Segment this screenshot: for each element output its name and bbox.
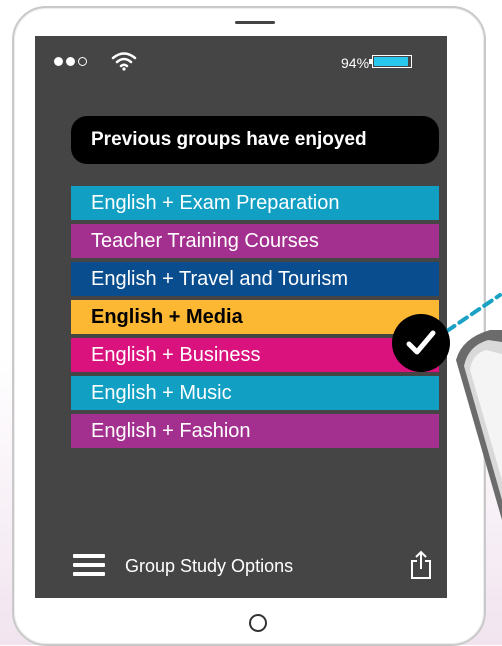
- footer-bar: Group Study Options: [35, 546, 447, 586]
- option-label: English + Fashion: [91, 419, 251, 442]
- checkmark-icon: [406, 330, 436, 355]
- share-icon[interactable]: [409, 550, 433, 580]
- phone-device-edge: [456, 330, 502, 520]
- option-item[interactable]: Teacher Training Courses: [71, 224, 439, 258]
- wifi-icon: [111, 52, 137, 71]
- option-label: Teacher Training Courses: [91, 229, 319, 252]
- tablet-screen: 94% Previous groups have enjoyed English…: [35, 36, 447, 598]
- option-label: English + Travel and Tourism: [91, 267, 348, 290]
- battery-fill: [374, 57, 408, 66]
- connector-dashed-line: [445, 293, 502, 333]
- option-item[interactable]: English + Media: [71, 300, 439, 334]
- selected-check-badge: [392, 314, 450, 372]
- battery-nub: [369, 59, 372, 64]
- option-label: English + Media: [91, 305, 243, 328]
- signal-dot: [66, 57, 75, 66]
- header-title: Previous groups have enjoyed: [91, 129, 367, 150]
- battery-percentage: 94%: [341, 55, 370, 71]
- signal-dot: [54, 57, 63, 66]
- footer-label[interactable]: Group Study Options: [125, 556, 293, 577]
- option-label: English + Exam Preparation: [91, 191, 340, 214]
- header-banner: Previous groups have enjoyed: [71, 116, 439, 164]
- status-bar: 94%: [35, 36, 447, 86]
- tablet-speaker: [235, 21, 275, 24]
- option-label: English + Business: [91, 343, 261, 366]
- options-list: English + Exam Preparation Teacher Traini…: [71, 186, 439, 452]
- option-item[interactable]: English + Fashion: [71, 414, 439, 448]
- option-item[interactable]: English + Business: [71, 338, 439, 372]
- signal-dot-empty: [78, 57, 87, 66]
- option-item[interactable]: English + Travel and Tourism: [71, 262, 439, 296]
- home-button[interactable]: [249, 614, 267, 632]
- hamburger-icon[interactable]: [73, 554, 105, 576]
- signal-strength-icon: [54, 57, 87, 66]
- option-item[interactable]: English + Music: [71, 376, 439, 410]
- option-label: English + Music: [91, 381, 232, 404]
- battery-icon: [369, 55, 412, 68]
- option-item[interactable]: English + Exam Preparation: [71, 186, 439, 220]
